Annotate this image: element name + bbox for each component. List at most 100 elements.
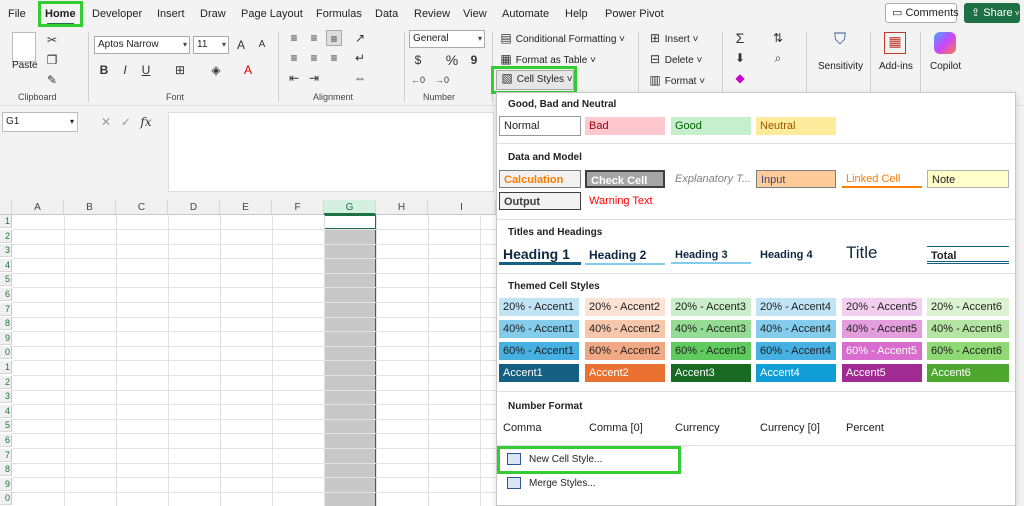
find-select-icon[interactable]: ⌕ [770, 50, 786, 66]
style-total[interactable]: Total [927, 246, 1009, 264]
row-header[interactable]: 9 [0, 477, 12, 491]
clear-icon[interactable]: ◆ [732, 70, 748, 86]
increase-indent-icon[interactable]: ⇥ [306, 70, 322, 86]
currency-button[interactable]: $ [410, 52, 426, 68]
row-header[interactable]: 5 [0, 273, 12, 287]
tab-data[interactable]: Data [375, 0, 398, 28]
row-header[interactable]: 8 [0, 317, 12, 331]
comments-button[interactable]: ▭ Comments [885, 3, 959, 23]
row-header[interactable]: 3 [0, 244, 12, 258]
tab-formulas[interactable]: Formulas [316, 0, 362, 28]
row-header[interactable]: 2 [0, 229, 12, 243]
copy-icon[interactable]: ❐ [44, 52, 60, 68]
format-as-table-button[interactable]: ▦ Format as Table ˅ [499, 52, 596, 66]
share-button[interactable]: ⇪ Share ˅ [964, 3, 1020, 23]
row-header[interactable]: 9 [0, 331, 12, 345]
column-header-d[interactable]: D [168, 200, 220, 215]
row-header[interactable]: 4 [0, 258, 12, 272]
conditional-formatting-button[interactable]: ▤ Conditional Formatting ˅ [499, 31, 625, 45]
tab-home[interactable]: Home [45, 0, 76, 28]
style-input[interactable]: Input [756, 170, 836, 188]
sort-filter-icon[interactable]: ⇅ [770, 30, 786, 46]
style-currency-0[interactable]: Currency [0] [756, 419, 836, 437]
style-good[interactable]: Good [671, 117, 751, 135]
style-accents-1[interactable]: Accent1 [499, 364, 579, 382]
sensitivity-icon[interactable]: ⛉ [830, 32, 850, 56]
style-comma-0[interactable]: Comma [0] [585, 419, 665, 437]
style-themed-20-3[interactable]: 20% - Accent3 [671, 298, 751, 316]
style-accents-5[interactable]: Accent5 [842, 364, 922, 382]
style-check-cell[interactable]: Check Cell [585, 170, 665, 188]
font-name-select[interactable]: Aptos Narrow ▾ [94, 36, 190, 54]
number-format-select[interactable]: General ▾ [409, 30, 485, 48]
style-themed-60-3[interactable]: 60% - Accent3 [671, 342, 751, 360]
row-header[interactable]: 4 [0, 404, 12, 418]
align-left-icon[interactable]: ≡ [286, 50, 302, 66]
percent-button[interactable]: % [444, 52, 460, 68]
orientation-icon[interactable]: ↗ [352, 30, 368, 46]
align-center-icon[interactable]: ≡ [306, 50, 322, 66]
style-themed-60-2[interactable]: 60% - Accent2 [585, 342, 665, 360]
style-themed-40-6[interactable]: 40% - Accent6 [927, 320, 1009, 338]
row-header[interactable]: 0 [0, 346, 12, 360]
column-header-g[interactable]: G [324, 200, 376, 215]
style-themed-40-2[interactable]: 40% - Accent2 [585, 320, 665, 338]
align-right-icon[interactable]: ≡ [326, 50, 342, 66]
autosum-icon[interactable]: Σ [732, 30, 748, 46]
copilot-button[interactable]: Copilot [930, 61, 961, 72]
tab-draw[interactable]: Draw [200, 0, 226, 28]
add-ins-icon[interactable]: ▦ [884, 32, 906, 54]
column-header-i[interactable]: I [428, 200, 496, 215]
cell-styles-button[interactable]: ▧ Cell Styles ˅ [496, 70, 574, 90]
tab-file[interactable]: File [8, 0, 26, 28]
style-title[interactable]: Title [842, 242, 922, 264]
tab-developer[interactable]: Developer [92, 0, 142, 28]
merge-styles-item[interactable]: Merge Styles... [507, 474, 596, 494]
align-middle-icon[interactable]: ≡ [306, 30, 322, 46]
style-linked-cell[interactable]: Linked Cell [842, 170, 922, 188]
style-themed-40-4[interactable]: 40% - Accent4 [756, 320, 836, 338]
style-heading-2[interactable]: Heading 2 [585, 245, 665, 265]
row-header[interactable]: 5 [0, 419, 12, 433]
sensitivity-button[interactable]: Sensitivity [818, 61, 863, 72]
style-heading-4[interactable]: Heading 4 [756, 246, 836, 264]
paste-button[interactable]: Paste [12, 60, 38, 71]
row-header[interactable]: 6 [0, 434, 12, 447]
decrease-decimal-icon[interactable]: →0 [434, 72, 450, 88]
align-bottom-icon[interactable]: ≡ [326, 30, 342, 46]
style-themed-40-1[interactable]: 40% - Accent1 [499, 320, 579, 338]
insert-function-button[interactable]: fx [138, 114, 154, 130]
copilot-icon[interactable] [934, 32, 956, 54]
increase-font-icon[interactable]: A [233, 37, 249, 53]
style-themed-20-2[interactable]: 20% - Accent2 [585, 298, 665, 316]
style-themed-20-4[interactable]: 20% - Accent4 [756, 298, 836, 316]
column-header-e[interactable]: E [220, 200, 272, 215]
format-painter-icon[interactable]: ✎ [44, 72, 60, 88]
tab-power-pivot[interactable]: Power Pivot [605, 0, 664, 28]
decrease-font-icon[interactable]: A [254, 37, 270, 53]
wrap-text-icon[interactable]: ↵ [352, 50, 368, 66]
style-themed-60-5[interactable]: 60% - Accent5 [842, 342, 922, 360]
enter-icon[interactable]: ✓ [118, 114, 134, 130]
row-header[interactable]: 7 [0, 448, 12, 462]
style-themed-60-1[interactable]: 60% - Accent1 [499, 342, 579, 360]
style-heading-3[interactable]: Heading 3 [671, 246, 751, 264]
style-accents-4[interactable]: Accent4 [756, 364, 836, 382]
style-comma[interactable]: Comma [499, 419, 581, 437]
decrease-indent-icon[interactable]: ⇤ [286, 70, 302, 86]
insert-cells-button[interactable]: ⊞ Insert ˅ [648, 31, 698, 45]
style-calculation[interactable]: Calculation [499, 170, 581, 188]
style-themed-20-5[interactable]: 20% - Accent5 [842, 298, 922, 316]
row-header[interactable]: 7 [0, 302, 12, 316]
style-warning-text[interactable]: Warning Text [585, 192, 665, 210]
tab-insert[interactable]: Insert [157, 0, 185, 28]
underline-button[interactable]: U [138, 62, 154, 78]
style-explanatory-text[interactable]: Explanatory T... [671, 170, 751, 188]
style-output[interactable]: Output [499, 192, 581, 210]
select-all-corner[interactable] [0, 200, 12, 215]
delete-cells-button[interactable]: ⊟ Delete ˅ [648, 52, 702, 66]
fill-icon[interactable]: ⬇ [732, 50, 748, 66]
style-accents-2[interactable]: Accent2 [585, 364, 665, 382]
style-accents-3[interactable]: Accent3 [671, 364, 751, 382]
fill-color-icon[interactable]: ◈ [208, 62, 224, 78]
